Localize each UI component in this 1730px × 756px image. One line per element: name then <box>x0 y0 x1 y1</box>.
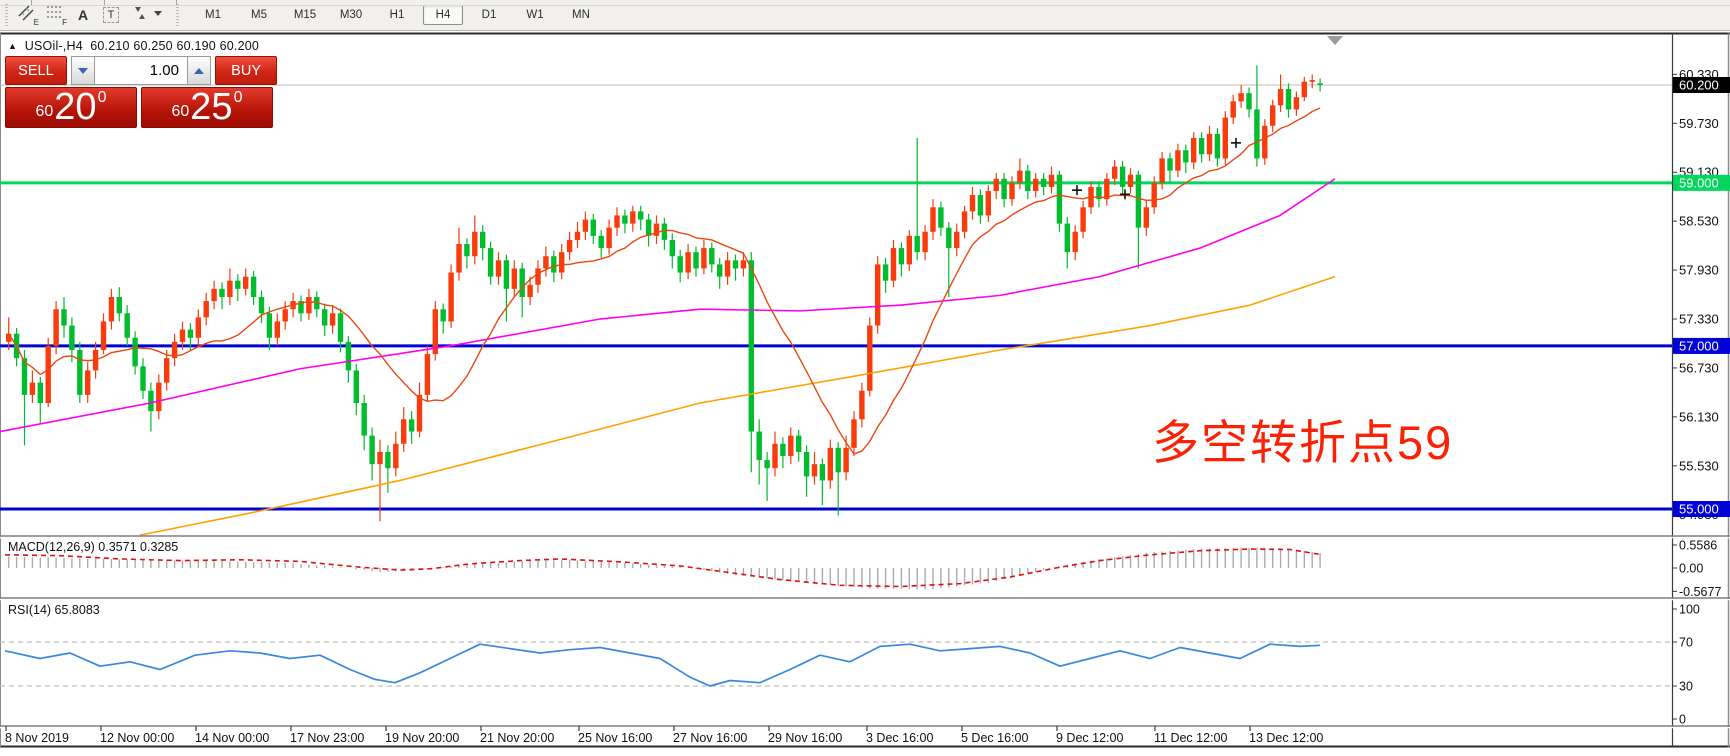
svg-text:14 Nov 00:00: 14 Nov 00:00 <box>195 731 269 745</box>
arrows-icon <box>130 3 152 28</box>
svg-text:9 Dec 12:00: 9 Dec 12:00 <box>1056 731 1123 745</box>
svg-text:12 Nov 00:00: 12 Nov 00:00 <box>100 731 174 745</box>
tool-letter: E <box>34 18 39 27</box>
triangle-down-icon <box>78 68 88 74</box>
timeframe-button-W1[interactable]: W1 <box>515 5 555 25</box>
triangle-up-icon <box>194 68 204 74</box>
symbol-name: USOil-,H4 <box>25 39 83 53</box>
svg-text:57.330: 57.330 <box>1679 312 1719 327</box>
svg-text:17 Nov 23:00: 17 Nov 23:00 <box>290 731 364 745</box>
tool-letter: F <box>62 18 67 27</box>
buy-button[interactable]: BUY <box>215 56 277 85</box>
toolbar: E F A T M1 M5 M15 M30 H1 H4 D1 W1 MN <box>0 0 1730 31</box>
svg-text:55.000: 55.000 <box>1679 502 1719 517</box>
chart-text-annotation: 多空转折点59 <box>1152 404 1453 473</box>
svg-text:8 Nov 2019: 8 Nov 2019 <box>5 731 69 745</box>
svg-text:27 Nov 16:00: 27 Nov 16:00 <box>673 731 747 745</box>
svg-text:56.130: 56.130 <box>1679 409 1719 424</box>
equidistant-channel-tool-button[interactable]: E <box>13 2 41 28</box>
timeframe-button-H4[interactable]: H4 <box>423 5 463 25</box>
sell-button[interactable]: SELL <box>5 56 67 85</box>
timeframe-button-M15[interactable]: M15 <box>285 5 325 25</box>
buy-price-prefix: 60 <box>172 103 190 121</box>
volume-decrease-button[interactable] <box>71 56 95 85</box>
timeframe-button-D1[interactable]: D1 <box>469 5 509 25</box>
ohlc-close: 60.200 <box>220 39 259 53</box>
volume-increase-button[interactable] <box>187 56 211 85</box>
svg-text:21 Nov 20:00: 21 Nov 20:00 <box>480 731 554 745</box>
svg-text:57.930: 57.930 <box>1679 263 1719 278</box>
sell-price-display[interactable]: 60 20 0 <box>5 87 137 128</box>
volume-input[interactable] <box>95 56 187 85</box>
symbol-header: ▲ USOil-,H4 60.210 60.250 60.190 60.200 <box>8 39 259 53</box>
svg-text:55.530: 55.530 <box>1679 458 1719 473</box>
svg-text:25 Nov 16:00: 25 Nov 16:00 <box>578 731 652 745</box>
timeframe-button-M1[interactable]: M1 <box>193 5 233 25</box>
svg-text:57.000: 57.000 <box>1679 338 1719 353</box>
buy-price-display[interactable]: 60 25 0 <box>141 87 273 128</box>
svg-text:0.5586: 0.5586 <box>1679 539 1717 553</box>
chevron-down-icon <box>154 3 163 28</box>
svg-text:59.730: 59.730 <box>1679 116 1719 131</box>
timeframe-button-M5[interactable]: M5 <box>239 5 279 25</box>
toolbar-top-edge <box>0 0 1730 6</box>
label-tool-button[interactable]: T <box>97 2 125 28</box>
macd-indicator-label: MACD(12,26,9) 0.3571 0.3285 <box>8 540 178 554</box>
svg-text:30: 30 <box>1679 680 1693 694</box>
timeframe-button-M30[interactable]: M30 <box>331 5 371 25</box>
svg-text:56.730: 56.730 <box>1679 360 1719 375</box>
svg-text:5 Dec 16:00: 5 Dec 16:00 <box>961 731 1028 745</box>
svg-text:3 Dec 16:00: 3 Dec 16:00 <box>866 731 933 745</box>
svg-text:70: 70 <box>1679 636 1693 650</box>
trading-terminal-window: 60.33059.73059.13058.53057.93057.33056.7… <box>0 0 1730 756</box>
buy-price-fraction: 0 <box>234 89 243 107</box>
rsi-indicator-label: RSI(14) 65.8083 <box>8 603 100 617</box>
toolbar-grip[interactable] <box>4 4 9 26</box>
text-tool-icon: A <box>78 7 88 23</box>
label-tool-icon: T <box>103 7 120 23</box>
svg-text:60.200: 60.200 <box>1679 78 1719 93</box>
timeframe-button-MN[interactable]: MN <box>561 5 601 25</box>
sell-price-fraction: 0 <box>98 89 107 107</box>
svg-text:13 Dec 12:00: 13 Dec 12:00 <box>1249 731 1323 745</box>
timeframe-button-H1[interactable]: H1 <box>377 5 417 25</box>
buy-price-pips: 25 <box>190 89 232 125</box>
svg-text:0: 0 <box>1679 713 1686 727</box>
sell-price-prefix: 60 <box>36 103 54 121</box>
ohlc-high: 60.250 <box>133 39 172 53</box>
toolbar-grip[interactable] <box>175 4 180 26</box>
svg-text:59.000: 59.000 <box>1679 175 1719 190</box>
svg-text:-0.5677: -0.5677 <box>1679 585 1721 599</box>
timeframe-group: M1 M5 M15 M30 H1 H4 D1 W1 MN <box>190 5 604 25</box>
svg-text:0.00: 0.00 <box>1679 562 1703 576</box>
one-click-trading-widget: SELL BUY 60 20 0 60 25 0 <box>5 56 277 128</box>
svg-text:11 Dec 12:00: 11 Dec 12:00 <box>1154 731 1227 745</box>
svg-text:100: 100 <box>1679 603 1700 617</box>
sell-price-pips: 20 <box>54 89 96 125</box>
fibonacci-tool-button[interactable]: F <box>41 2 69 28</box>
ohlc-low: 60.190 <box>176 39 215 53</box>
svg-text:19 Nov 20:00: 19 Nov 20:00 <box>385 731 459 745</box>
text-tool-button[interactable]: A <box>69 2 97 28</box>
arrows-tool-button[interactable] <box>125 2 167 28</box>
collapse-triangle-icon[interactable]: ▲ <box>8 41 17 51</box>
svg-text:29 Nov 16:00: 29 Nov 16:00 <box>768 731 842 745</box>
ohlc-open: 60.210 <box>90 39 129 53</box>
svg-text:58.530: 58.530 <box>1679 214 1719 229</box>
